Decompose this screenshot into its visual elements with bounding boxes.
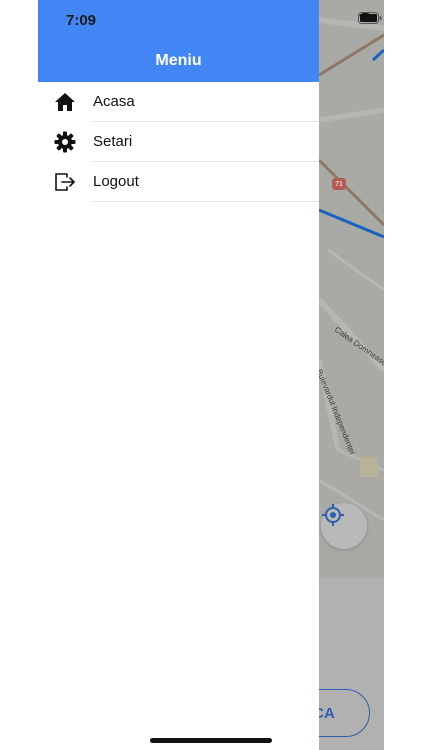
gear-icon — [54, 131, 76, 153]
menu-item-label: Setari — [93, 133, 133, 150]
divider — [93, 201, 319, 202]
menu-item-setari[interactable]: Setari — [38, 122, 319, 162]
drawer-header: 7:09 Meniu — [38, 0, 319, 82]
menu-item-acasa[interactable]: Acasa — [38, 82, 319, 122]
home-icon — [54, 91, 76, 113]
drawer-title: Meniu — [155, 52, 202, 69]
home-indicator[interactable] — [150, 738, 272, 743]
menu-item-logout[interactable]: Logout — [38, 162, 319, 202]
menu-item-label: Logout — [93, 173, 139, 190]
status-time: 7:09 — [66, 12, 97, 29]
route-badge: 71 — [332, 178, 346, 190]
logout-icon — [54, 171, 76, 193]
navigation-drawer: 7:09 Meniu Acasa Setari Logout — [38, 0, 319, 750]
locate-button[interactable] — [321, 503, 367, 549]
app-screen: 71 Calea Domnească Bulevardul Independen… — [38, 0, 384, 750]
menu-item-label: Acasa — [93, 93, 135, 110]
drawer-menu: Acasa Setari Logout — [38, 82, 319, 202]
